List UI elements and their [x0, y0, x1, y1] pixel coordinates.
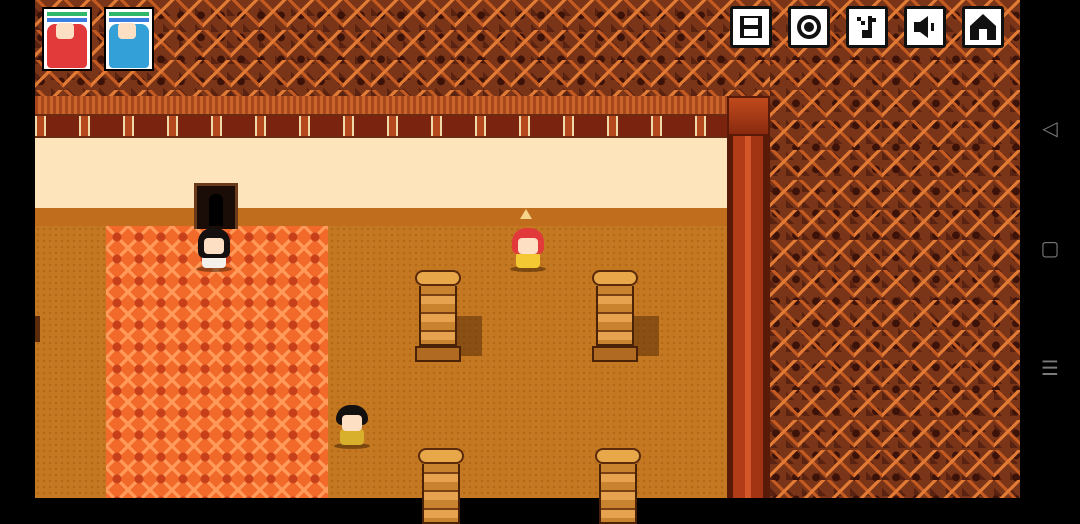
- doorway[interactable]: [194, 183, 238, 229]
- totem-body: [599, 464, 637, 524]
- music-icon: [849, 9, 885, 45]
- red-pillar: [727, 136, 770, 498]
- party-portrait-red-heroine[interactable]: [42, 7, 92, 71]
- exit-arrow-icon[interactable]: [520, 209, 532, 219]
- ornamental-beam: [35, 96, 727, 138]
- totem-foot: [415, 346, 461, 362]
- totem-top: [418, 448, 464, 464]
- rock-wall-right: [770, 0, 1020, 498]
- hp-bar: [47, 12, 87, 16]
- character-face: [342, 415, 362, 431]
- party-portrait-blue-companion[interactable]: [104, 7, 154, 71]
- back-wall: [35, 138, 727, 208]
- left-letterbox: [0, 0, 35, 498]
- totem-statue[interactable]: [418, 448, 464, 524]
- totem-body: [419, 286, 457, 346]
- home-icon: [965, 9, 1001, 45]
- portrait-face: [118, 23, 136, 39]
- totem-foot: [592, 346, 638, 362]
- mp-bar: [109, 18, 149, 22]
- settings-button[interactable]: [788, 6, 830, 48]
- wall-baseboard: [35, 208, 727, 228]
- back-icon[interactable]: ◁: [1038, 116, 1062, 140]
- npc-woman[interactable]: [194, 228, 234, 272]
- save-icon: [733, 9, 769, 45]
- totem-body: [596, 286, 634, 346]
- totem-statue[interactable]: [415, 270, 461, 362]
- totem-top: [592, 270, 638, 286]
- hp-bar: [109, 12, 149, 16]
- recents-icon[interactable]: ☰: [1038, 356, 1062, 380]
- portrait-face: [56, 23, 74, 39]
- totem-statue[interactable]: [595, 448, 641, 524]
- mp-bar: [47, 18, 87, 22]
- player-character[interactable]: [508, 228, 548, 272]
- npc-man[interactable]: [332, 405, 372, 449]
- pillar-capital: [727, 96, 770, 136]
- totem-top: [415, 270, 461, 286]
- sound-button[interactable]: [904, 6, 946, 48]
- character-body: [340, 429, 364, 445]
- game-screen[interactable]: [0, 0, 1080, 524]
- character-face: [518, 238, 538, 254]
- save-button[interactable]: [730, 6, 772, 48]
- wall-stub: [35, 316, 40, 342]
- character-face: [204, 238, 224, 254]
- character-body: [516, 252, 540, 268]
- settings-icon: [791, 9, 827, 45]
- totem-body: [422, 464, 460, 524]
- greek-key-band: [35, 114, 727, 138]
- home-square-icon[interactable]: ▢: [1038, 236, 1062, 260]
- sound-icon: [907, 9, 943, 45]
- totem-statue[interactable]: [592, 270, 638, 362]
- music-button[interactable]: [846, 6, 888, 48]
- totem-top: [595, 448, 641, 464]
- home-button[interactable]: [962, 6, 1004, 48]
